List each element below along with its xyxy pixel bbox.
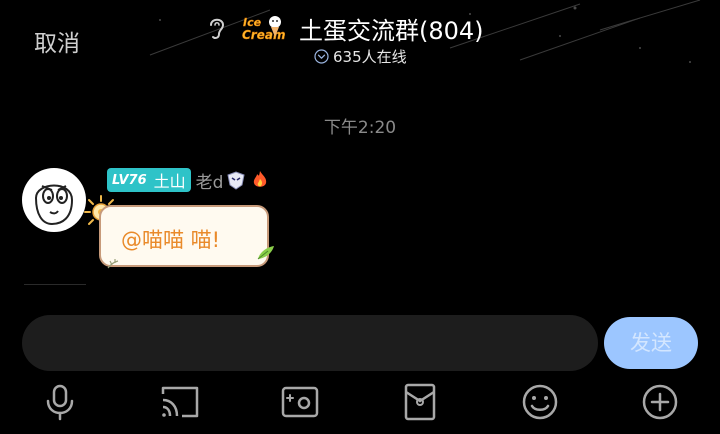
send-button[interactable]: 发送: [604, 317, 698, 369]
emoji-icon[interactable]: [520, 382, 560, 422]
message-text: @喵喵 喵!: [121, 228, 221, 252]
cancel-button[interactable]: 取消: [34, 24, 80, 58]
sender-info: LV76 土山 老d: [107, 168, 271, 193]
message-timestamp: 下午2:20: [323, 118, 397, 138]
fire-badge-icon: [254, 171, 267, 187]
group-title: 土蛋交流群(804): [299, 16, 484, 45]
avatar[interactable]: [22, 168, 86, 232]
photo-icon[interactable]: [280, 382, 320, 422]
ear-icon[interactable]: [205, 14, 229, 42]
svg-text:Cream: Cream: [242, 28, 285, 42]
plus-icon[interactable]: [640, 382, 680, 422]
microphone-icon[interactable]: [40, 382, 80, 422]
message-input[interactable]: [22, 315, 598, 371]
cast-screen-icon[interactable]: [160, 382, 200, 422]
sender-nickname[interactable]: 老d: [196, 168, 224, 193]
chevron-down-icon: [314, 49, 329, 64]
message-bubble[interactable]: @喵喵 喵!: [99, 205, 269, 267]
red-packet-icon[interactable]: [400, 382, 440, 422]
ice-cream-logo: Ice Cream: [242, 16, 286, 42]
chat-header-title: Ice Cream 土蛋交流群(804): [205, 12, 484, 45]
mask-badge-icon: [227, 171, 246, 190]
online-count-text: 635人在线: [333, 48, 407, 66]
leaf-decoration-icon: [257, 246, 274, 260]
online-count[interactable]: 635人在线: [314, 46, 407, 67]
divider: [24, 284, 86, 285]
sprig-decoration-icon: [107, 259, 119, 269]
level-number: LV76: [112, 172, 147, 188]
level-title: 土山: [153, 172, 186, 191]
level-badge: LV76 土山: [107, 168, 191, 192]
meme-face-avatar-icon: [23, 169, 85, 231]
